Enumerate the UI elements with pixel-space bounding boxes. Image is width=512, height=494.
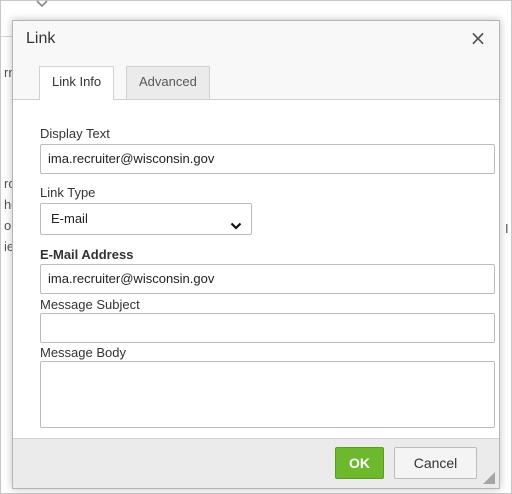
display-text-input[interactable]: ima.recruiter@wisconsin.gov xyxy=(40,144,495,174)
tab-advanced[interactable]: Advanced xyxy=(126,66,210,99)
link-type-select[interactable]: E-mail xyxy=(40,203,252,235)
chevron-down-icon xyxy=(35,0,51,11)
link-dialog: Link × Link Info Advanced Display Text i… xyxy=(12,20,500,489)
resize-grip-icon[interactable] xyxy=(483,472,495,484)
dialog-title: Link xyxy=(26,30,56,47)
cancel-button[interactable]: Cancel xyxy=(394,447,477,479)
message-subject-input[interactable] xyxy=(40,313,495,343)
email-address-input[interactable]: ima.recruiter@wisconsin.gov xyxy=(40,264,495,294)
tab-bar: Link Info Advanced xyxy=(13,57,499,100)
message-body-textarea[interactable] xyxy=(40,361,495,428)
dialog-title-bar[interactable]: Link × xyxy=(13,21,499,58)
dialog-footer: OK Cancel xyxy=(13,438,499,488)
close-icon[interactable]: × xyxy=(467,27,489,49)
tab-link-info[interactable]: Link Info xyxy=(39,66,115,100)
background-text: I xyxy=(505,221,509,236)
message-body-label: Message Body xyxy=(40,345,126,360)
message-subject-label: Message Subject xyxy=(40,297,140,312)
display-text-label: Display Text xyxy=(40,126,110,141)
link-type-label: Link Type xyxy=(40,185,96,200)
email-address-label: E-Mail Address xyxy=(40,247,134,262)
link-type-value: E-mail xyxy=(51,211,88,226)
ok-button[interactable]: OK xyxy=(335,447,384,479)
chevron-down-icon xyxy=(230,213,242,230)
